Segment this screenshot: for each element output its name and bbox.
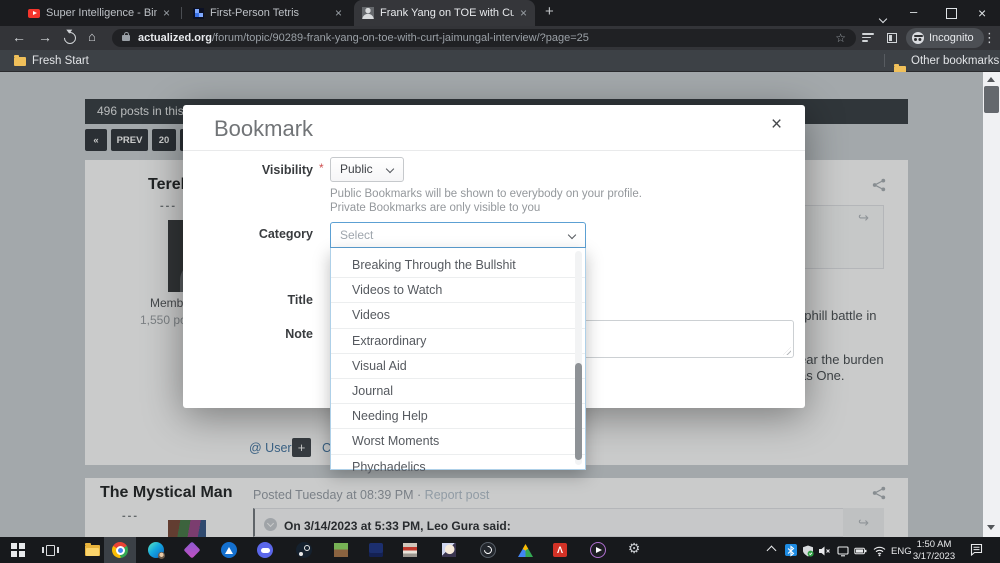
tab-frank-yang-active[interactable]: Frank Yang on TOE with Curt Jaim × [354, 0, 535, 26]
discord-icon[interactable] [257, 542, 273, 558]
atom-app-icon[interactable] [221, 542, 237, 558]
category-placeholder: Select [340, 228, 373, 242]
task-view-icon[interactable] [46, 545, 55, 556]
incognito-badge: Incognito [906, 28, 984, 48]
required-asterisk: * [319, 161, 324, 175]
dropdown-option[interactable]: Journal [331, 378, 585, 403]
chrome-taskbar-icon[interactable] [112, 542, 128, 558]
modal-close-icon[interactable]: × [771, 114, 782, 136]
browser-menu-icon[interactable]: ⋮ [983, 30, 996, 46]
display-icon[interactable] [837, 544, 849, 556]
page-content: 496 posts in this topic « PREV 20 21 Ter… [0, 72, 1000, 537]
title-label: Title [183, 293, 313, 307]
playlist-extension-icon[interactable] [862, 33, 874, 43]
youtube-favicon [28, 9, 40, 18]
media-player-icon[interactable] [590, 542, 606, 558]
tab-super-intelligence[interactable]: Super Intelligence - Binaural Beat × [20, 0, 178, 26]
visibility-helper-1: Public Bookmarks will be shown to everyb… [330, 188, 642, 200]
home-icon[interactable]: ⌂ [88, 29, 96, 45]
tab-strip: Super Intelligence - Binaural Beat × Fir… [0, 0, 1000, 26]
security-shield-icon[interactable] [802, 544, 814, 556]
file-explorer-icon[interactable] [85, 545, 100, 556]
window-minimize-button[interactable]: – [910, 4, 917, 19]
page-scrollbar[interactable] [983, 72, 1000, 537]
edge-taskbar-icon[interactable] [148, 542, 164, 558]
chevron-down-icon [386, 165, 394, 173]
bookmark-star-icon[interactable]: ☆ [835, 31, 846, 45]
bookmarks-bar: Fresh Start Other bookmarks [0, 50, 1000, 72]
wifi-icon[interactable] [873, 544, 885, 556]
dropdown-option[interactable]: Videos to Watch [331, 277, 585, 302]
address-bar[interactable]: actualized.org /forum/topic/90289-frank-… [112, 29, 856, 47]
anime-avatar-app-icon[interactable] [442, 543, 456, 557]
settings-gear-icon[interactable]: ⚙ [626, 540, 642, 557]
category-select[interactable]: Select [330, 222, 586, 248]
start-button-icon[interactable] [11, 543, 17, 549]
tray-date: 3/17/2023 [908, 551, 960, 563]
chevron-down-icon [568, 231, 576, 239]
tab-title: Super Intelligence - Binaural Beat [46, 7, 157, 19]
window-close-button[interactable]: × [978, 5, 986, 21]
tab-title: First-Person Tetris [210, 7, 329, 19]
visibility-helper-2: Private Bookmarks are only visible to yo… [330, 202, 540, 214]
dropdown-option[interactable]: Visual Aid [331, 353, 585, 378]
folder-icon [14, 57, 26, 66]
forward-icon[interactable]: → [38, 29, 52, 45]
minecraft-icon[interactable] [334, 543, 348, 557]
category-label: Category [183, 227, 313, 241]
action-center-icon[interactable] [970, 543, 982, 555]
dropdown-option[interactable]: Extraordinary [331, 328, 585, 353]
battery-icon[interactable] [854, 544, 866, 556]
scrollbar-thumb[interactable] [984, 86, 999, 113]
screen: Super Intelligence - Binaural Beat × Fir… [0, 0, 1000, 563]
tab-close-icon[interactable]: × [163, 6, 170, 20]
game-app-icon[interactable] [369, 543, 383, 557]
tab-title: Frank Yang on TOE with Curt Jaim [380, 7, 514, 19]
url-path: /forum/topic/90289-frank-yang-on-toe-wit… [212, 32, 589, 44]
dropdown-option[interactable]: Worst Moments [331, 428, 585, 453]
extension-icon[interactable] [887, 33, 897, 43]
tetris-favicon [193, 8, 204, 19]
lock-icon[interactable] [122, 35, 130, 41]
window-maximize-button[interactable] [946, 8, 957, 19]
category-dropdown: Breaking Through the Bullshit Videos to … [330, 248, 586, 470]
dropdown-scrollbar-track[interactable] [575, 251, 582, 465]
tab-search-chevron-icon[interactable] [880, 9, 886, 27]
dropdown-option[interactable]: Phychadelics [331, 454, 585, 479]
new-tab-button[interactable]: + [545, 5, 554, 19]
visibility-label: Visibility [183, 163, 313, 177]
steam-icon[interactable] [296, 542, 312, 558]
acrobat-icon[interactable]: Λ [553, 543, 567, 557]
dropdown-option[interactable]: Breaking Through the Bullshit [331, 253, 585, 277]
bookmarks-divider [884, 54, 885, 67]
visibility-value: Public [340, 162, 373, 176]
incognito-spy-icon [912, 32, 924, 44]
tray-clock[interactable]: 1:50 AM 3/17/2023 [908, 539, 960, 563]
volume-muted-icon[interactable] [819, 544, 831, 556]
dropdown-option[interactable]: Videos [331, 302, 585, 327]
tab-tetris[interactable]: First-Person Tetris × [185, 0, 350, 26]
other-bookmarks[interactable]: Other bookmarks [911, 55, 999, 67]
back-icon[interactable]: ← [12, 29, 26, 45]
tab-close-icon[interactable]: × [335, 6, 342, 20]
modal-title: Bookmark [214, 116, 313, 142]
emulator-app-icon[interactable] [403, 543, 417, 557]
scroll-down-icon[interactable] [987, 525, 995, 530]
dropdown-scrollbar-thumb[interactable] [575, 363, 582, 460]
reload-icon[interactable] [62, 30, 79, 47]
visibility-select[interactable]: Public [330, 157, 404, 182]
scroll-up-icon[interactable] [987, 77, 995, 82]
tab-divider [181, 7, 182, 19]
incognito-label: Incognito [929, 32, 974, 44]
note-label: Note [183, 327, 313, 341]
bluetooth-icon[interactable] [785, 544, 797, 556]
url-host: actualized.org [138, 32, 212, 44]
dropdown-option[interactable]: Needing Help [331, 403, 585, 428]
person-favicon [362, 7, 374, 19]
bookmark-fresh-start[interactable]: Fresh Start [32, 55, 89, 67]
tab-close-icon[interactable]: × [520, 6, 527, 20]
tray-time: 1:50 AM [908, 539, 960, 551]
modal-divider [183, 150, 805, 151]
obs-icon[interactable] [480, 542, 496, 558]
